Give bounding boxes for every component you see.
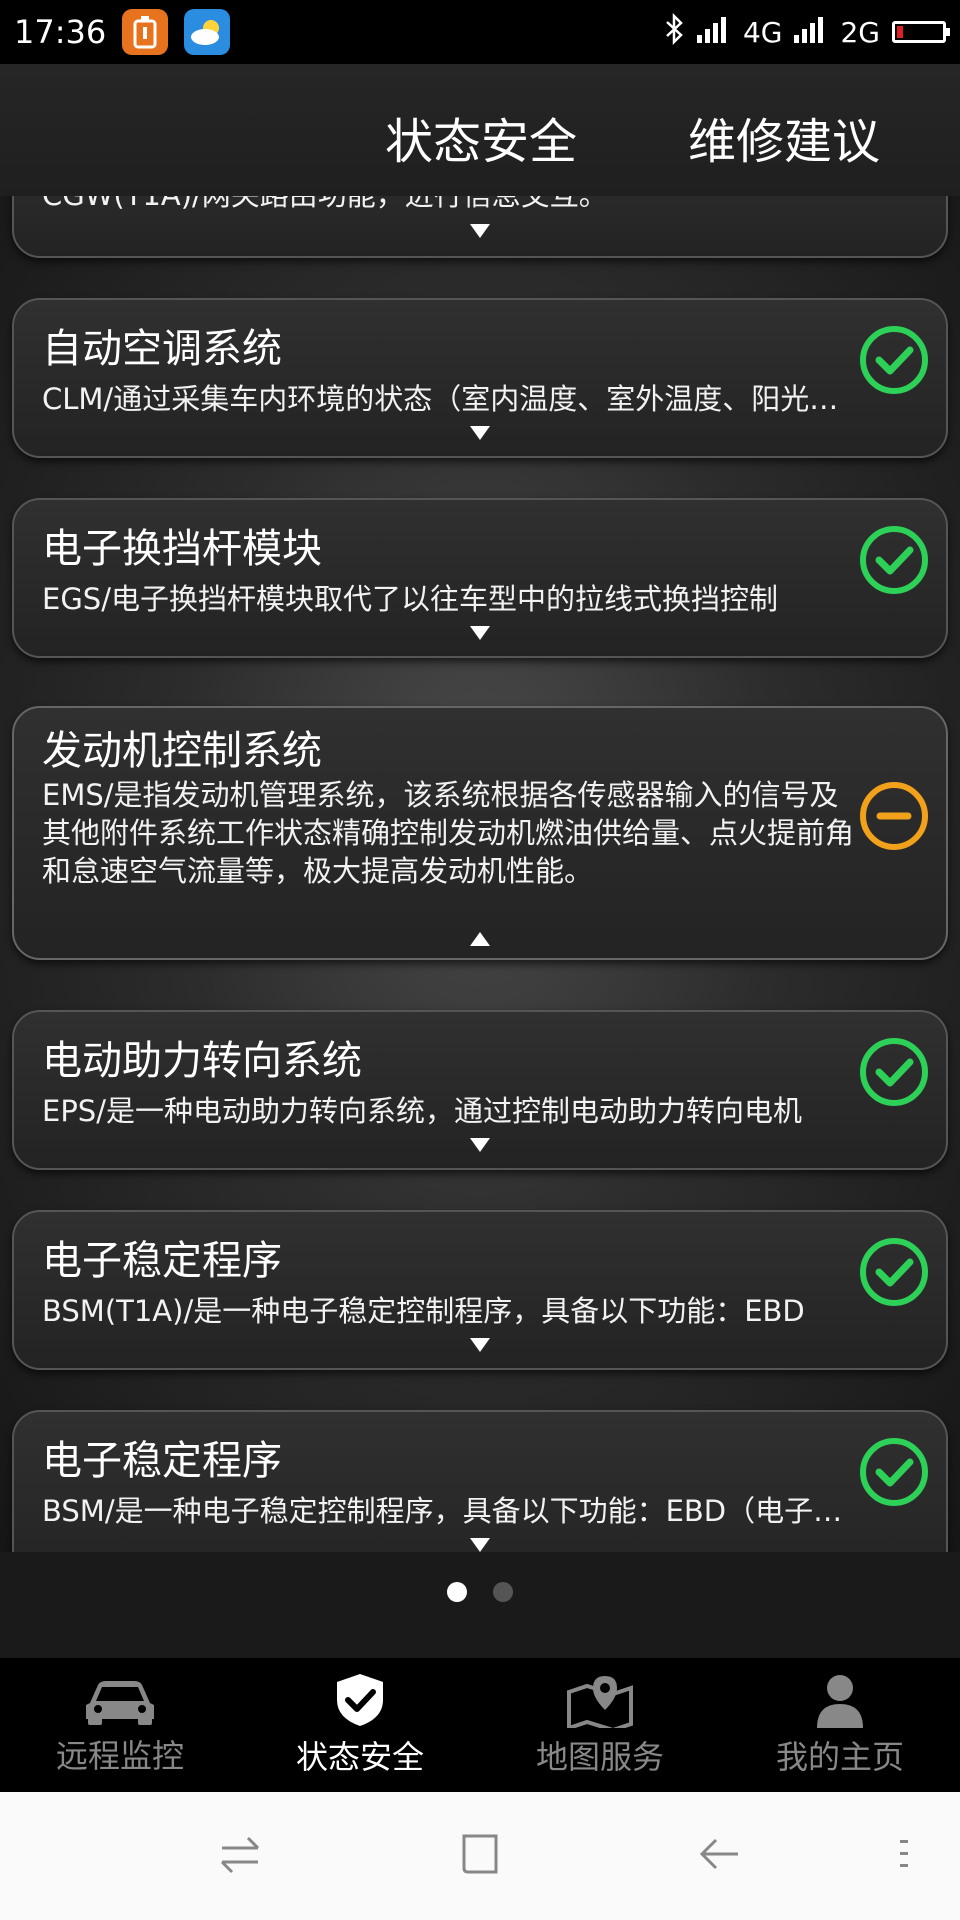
module-desc: EGS/电子换挡杆模块取代了以往车型中的拉线式换挡控制 bbox=[42, 582, 778, 616]
module-card[interactable]: 电动助力转向系统 EPS/是一种电动助力转向系统，通过控制电动助力转向电机 bbox=[12, 1010, 948, 1170]
module-desc: CLM/通过采集车内环境的状态（室内温度、室外温度、阳光照射） bbox=[42, 382, 862, 416]
bluetooth-icon bbox=[663, 12, 685, 52]
module-list[interactable]: CGW(T1A)/网关路由功能，进行信息交互。 自动空调系统 CLM/通过采集车… bbox=[0, 196, 960, 1552]
home-square-icon[interactable] bbox=[458, 1832, 502, 1876]
signal-icon bbox=[696, 15, 731, 50]
car-icon bbox=[86, 1681, 154, 1725]
nav-remote-monitor[interactable]: 远程监控 bbox=[0, 1658, 240, 1792]
collapse-arrow-icon[interactable] bbox=[470, 932, 490, 946]
module-title: 发动机控制系统 bbox=[42, 728, 322, 774]
module-card[interactable]: 电子换挡杆模块 EGS/电子换挡杆模块取代了以往车型中的拉线式换挡控制 bbox=[12, 498, 948, 658]
nav-label: 我的主页 bbox=[775, 1738, 904, 1776]
nav-label: 远程监控 bbox=[55, 1737, 184, 1775]
back-arrow-icon[interactable] bbox=[698, 1832, 742, 1876]
module-title: 电子换挡杆模块 bbox=[42, 526, 322, 572]
menu-dots-icon[interactable] bbox=[898, 1832, 910, 1876]
module-card[interactable]: 电子稳定程序 BSM(T1A)/是一种电子稳定控制程序，具备以下功能：EBD bbox=[12, 1210, 948, 1370]
battery-icon bbox=[892, 21, 950, 43]
expand-arrow-icon[interactable] bbox=[470, 1138, 490, 1152]
map-pin-icon bbox=[567, 1676, 633, 1728]
expand-arrow-icon[interactable] bbox=[470, 426, 490, 440]
page-indicator bbox=[0, 1582, 960, 1602]
bottom-nav: 远程监控 状态安全 地图服务 我的主页 bbox=[0, 1658, 960, 1792]
page-dot[interactable] bbox=[493, 1582, 513, 1602]
clock: 17:36 bbox=[14, 13, 107, 51]
battery-app-icon bbox=[122, 9, 169, 55]
module-title: 电子稳定程序 bbox=[42, 1238, 282, 1284]
person-icon bbox=[817, 1675, 863, 1728]
top-tab-bar: 状态安全 维修建议 bbox=[0, 64, 960, 196]
switch-arrows-icon[interactable] bbox=[218, 1832, 262, 1876]
system-nav-bar bbox=[0, 1792, 960, 1920]
tab-repair-advice[interactable]: 维修建议 bbox=[688, 102, 880, 172]
expand-arrow-icon[interactable] bbox=[470, 1338, 490, 1352]
nav-status-safety[interactable]: 状态安全 bbox=[240, 1658, 480, 1792]
page-dot-active[interactable] bbox=[447, 1582, 467, 1602]
module-card[interactable]: CGW(T1A)/网关路由功能，进行信息交互。 bbox=[12, 196, 948, 258]
module-card[interactable]: 自动空调系统 CLM/通过采集车内环境的状态（室内温度、室外温度、阳光照射） bbox=[12, 298, 948, 458]
expand-arrow-icon[interactable] bbox=[470, 1538, 490, 1552]
module-card-expanded[interactable]: 发动机控制系统 EMS/是指发动机管理系统，该系统根据各传感器输入的信号及其他附… bbox=[12, 706, 948, 960]
signal-icon-2 bbox=[794, 15, 828, 50]
check-circle-icon bbox=[860, 1438, 928, 1506]
network-type-2: 2G bbox=[840, 15, 880, 49]
shield-check-icon bbox=[337, 1674, 383, 1726]
module-desc: BSM(T1A)/是一种电子稳定控制程序，具备以下功能：EBD bbox=[42, 1294, 805, 1328]
module-card[interactable]: 电子稳定程序 BSM/是一种电子稳定控制程序，具备以下功能：EBD（电子制动力分… bbox=[12, 1410, 948, 1552]
check-circle-icon bbox=[860, 1238, 928, 1306]
check-circle-icon bbox=[860, 326, 928, 394]
check-circle-icon bbox=[860, 526, 928, 594]
module-desc: EMS/是指发动机管理系统，该系统根据各传感器输入的信号及其他附件系统工作状态精… bbox=[42, 778, 855, 888]
tab-status-safety[interactable]: 状态安全 bbox=[385, 102, 577, 172]
nav-label: 地图服务 bbox=[535, 1738, 664, 1776]
nav-label: 状态安全 bbox=[295, 1738, 424, 1776]
module-title: 电动助力转向系统 bbox=[42, 1038, 362, 1084]
module-title: 自动空调系统 bbox=[42, 326, 282, 372]
module-desc: EPS/是一种电动助力转向系统，通过控制电动助力转向电机 bbox=[42, 1094, 802, 1128]
module-title: 电子稳定程序 bbox=[42, 1438, 282, 1484]
expand-arrow-icon[interactable] bbox=[470, 626, 490, 640]
network-type-1: 4G bbox=[742, 15, 783, 49]
status-bar: 17:36 4G 2G bbox=[0, 0, 960, 64]
check-circle-icon bbox=[860, 1038, 928, 1106]
module-desc: CGW(T1A)/网关路由功能，进行信息交互。 bbox=[42, 196, 862, 214]
nav-my-home[interactable]: 我的主页 bbox=[720, 1658, 960, 1792]
nav-map-service[interactable]: 地图服务 bbox=[480, 1658, 720, 1792]
weather-app-icon bbox=[184, 9, 231, 55]
expand-arrow-icon[interactable] bbox=[470, 224, 490, 238]
warning-circle-icon bbox=[860, 782, 928, 850]
module-desc: BSM/是一种电子稳定控制程序，具备以下功能：EBD（电子制动力分配） bbox=[42, 1494, 862, 1528]
